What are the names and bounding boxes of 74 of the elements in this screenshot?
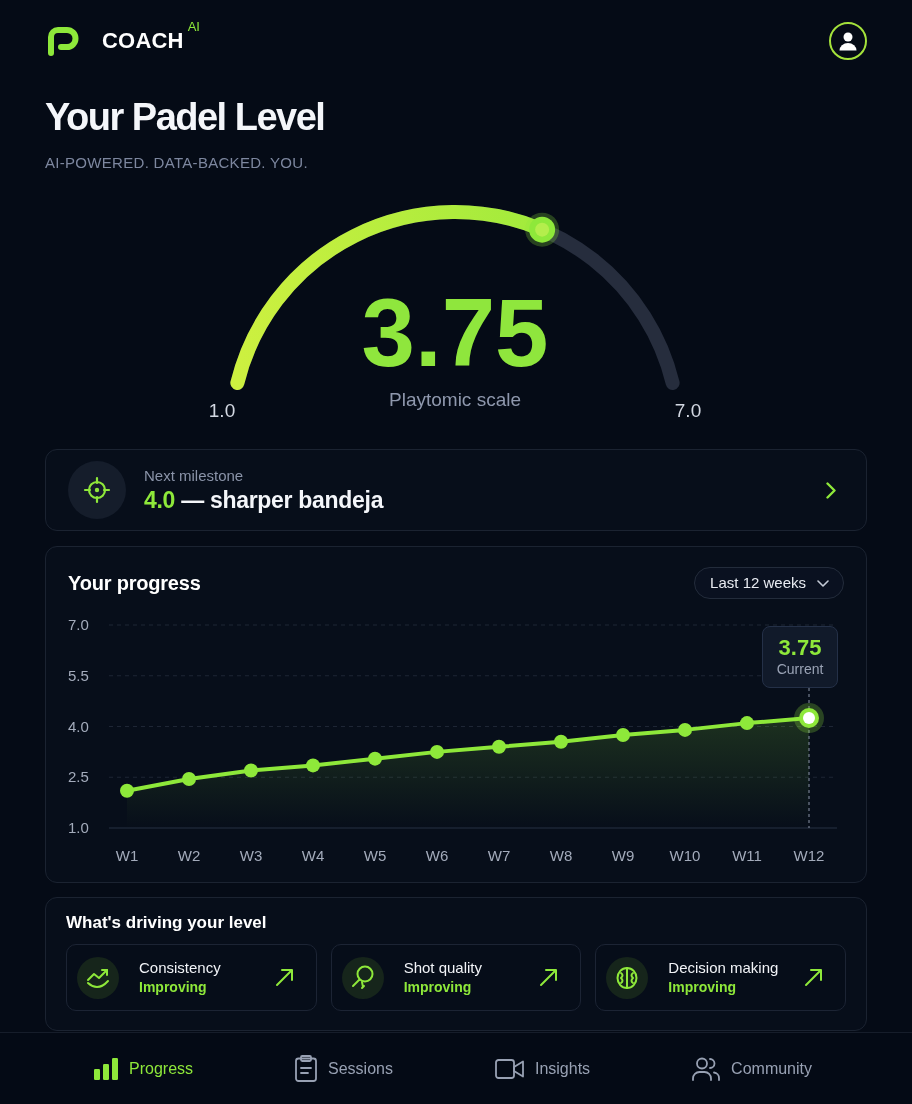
crosshair-icon	[68, 461, 126, 519]
tooltip-value: 3.75	[778, 636, 822, 660]
video-camera-icon	[494, 1058, 524, 1079]
factor-card[interactable]: Shot quality Improving	[330, 944, 582, 1011]
data-point	[182, 771, 196, 786]
factor-name: Shot quality	[403, 958, 484, 978]
arrow-up-right-icon	[274, 968, 294, 987]
user-icon	[839, 31, 857, 51]
data-point	[554, 734, 568, 749]
factor-name: Consistency	[139, 958, 222, 978]
brand-name: COACH	[102, 29, 184, 53]
range-dropdown[interactable]: Last 12 weeks	[694, 567, 844, 599]
data-point	[740, 716, 754, 731]
logo-icon	[45, 25, 79, 57]
nav-tab[interactable]: Sessions	[293, 1051, 395, 1086]
trend-chart-icon	[77, 956, 119, 999]
x-axis-label: W7	[487, 847, 511, 864]
chevron-down-icon	[817, 579, 829, 587]
data-point	[244, 763, 258, 778]
data-point	[616, 727, 630, 742]
data-point	[368, 751, 382, 766]
x-axis-label: W5	[363, 847, 387, 864]
milestone-label: Next milestone	[144, 466, 245, 486]
clipboard-icon	[295, 1055, 318, 1082]
chevron-right-icon	[826, 481, 836, 499]
factor-card[interactable]: Decision making Improving	[595, 944, 846, 1011]
x-axis-label: W4	[301, 847, 325, 864]
data-point	[678, 722, 692, 737]
x-axis-label: W2	[177, 847, 201, 864]
y-axis-label: 1.0	[68, 819, 89, 836]
page-subtitle: AI-POWERED. DATA-BACKED. YOU.	[45, 153, 309, 173]
brain-icon	[606, 956, 649, 999]
current-point	[794, 703, 824, 734]
racket-icon	[341, 956, 384, 999]
y-axis-label: 2.5	[68, 768, 89, 786]
arrow-up-right-icon	[804, 968, 823, 987]
x-axis-label: W1	[115, 847, 139, 864]
x-axis-label: W8	[549, 847, 573, 864]
scale-max-label: 7.0	[674, 400, 702, 421]
profile-button[interactable]	[829, 22, 867, 60]
data-point	[120, 783, 134, 798]
data-point	[492, 739, 506, 754]
x-axis-label: W10	[669, 847, 701, 864]
arrow-up-right-icon	[539, 968, 559, 987]
bar-chart-icon	[94, 1057, 118, 1080]
scale-min-label: 1.0	[208, 400, 236, 421]
factor-card[interactable]: Consistency Improving	[66, 944, 317, 1011]
y-axis-label: 7.0	[68, 616, 89, 633]
x-axis-label: W12	[793, 847, 825, 864]
level-value: 3.75	[361, 279, 549, 386]
x-axis-label: W9	[611, 847, 635, 864]
progress-title: Your progress	[68, 571, 201, 595]
milestone-title: 4.0 — sharper bandeja	[144, 486, 385, 514]
factor-name: Decision making	[668, 958, 780, 978]
brand-superscript: AI	[187, 19, 200, 34]
milestone-card[interactable]: Next milestone 4.0 — sharper bandeja	[45, 449, 867, 531]
data-point	[306, 758, 320, 773]
x-axis-label: W11	[732, 847, 762, 864]
factor-status: Improving	[668, 978, 737, 997]
data-point	[430, 744, 444, 759]
nav-tab[interactable]: Insights	[492, 1052, 593, 1085]
scale-caption: Playtomic scale	[389, 389, 521, 410]
x-axis-label: W3	[239, 847, 263, 864]
nav-tab[interactable]: Progress	[92, 1052, 196, 1085]
drivers-title: What's driving your level	[66, 912, 268, 934]
people-icon	[692, 1056, 721, 1081]
factor-status: Improving	[403, 978, 473, 997]
page-title: Your Padel Level	[45, 95, 326, 140]
x-axis-label: W6	[425, 847, 449, 864]
y-axis-label: 5.5	[68, 666, 89, 684]
nav-tab[interactable]: Community	[690, 1052, 814, 1085]
tooltip-caption: Current	[776, 660, 824, 678]
factor-status: Improving	[139, 978, 208, 997]
y-axis-label: 4.0	[68, 717, 89, 735]
